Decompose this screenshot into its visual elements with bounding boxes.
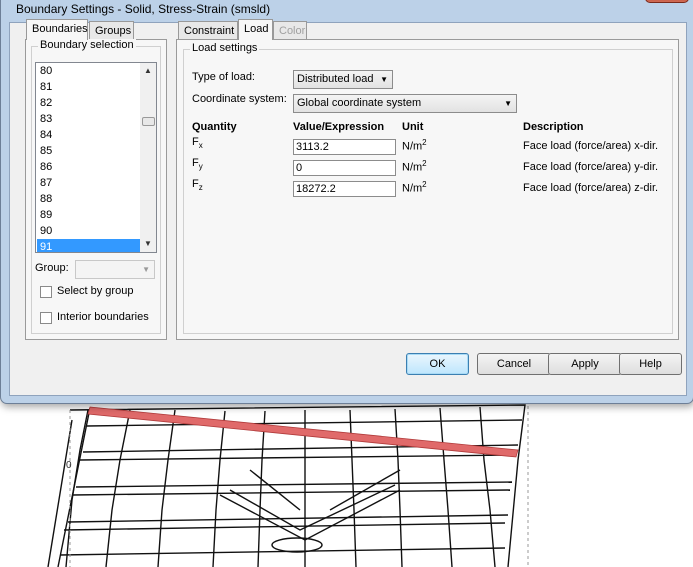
cad-model-view: 0: [39, 390, 529, 567]
list-item[interactable]: 90: [37, 223, 140, 239]
fz-description: Face load (force/area) z-dir.: [523, 182, 659, 194]
coordinate-system-label: Coordinate system:: [192, 93, 287, 105]
type-of-load-value: Distributed load: [297, 73, 374, 85]
list-item[interactable]: 81: [37, 79, 140, 95]
list-item[interactable]: 84: [37, 127, 140, 143]
coordinate-system-select[interactable]: Global coordinate system ▼: [293, 94, 517, 113]
list-item[interactable]: 89: [37, 207, 140, 223]
tab-color-label: Color: [279, 25, 306, 37]
close-button[interactable]: x: [645, 0, 689, 3]
tab-color: Color: [273, 21, 307, 40]
title-bar: Boundary Settings - Solid, Stress-Strain…: [1, 1, 693, 21]
chevron-down-icon: ▼: [142, 265, 150, 274]
chevron-down-icon: ▼: [504, 99, 512, 108]
tab-groups-label: Groups: [95, 25, 132, 37]
fx-description: Face load (force/area) x-dir.: [523, 140, 659, 152]
boundary-selection-label: Boundary selection: [38, 39, 136, 51]
select-by-group-label: Select by group: [57, 285, 134, 297]
header-description: Description: [523, 121, 584, 133]
scroll-up-icon[interactable]: ▲: [143, 66, 153, 76]
list-item[interactable]: 88: [37, 191, 140, 207]
header-quantity: Quantity: [192, 121, 237, 133]
fy-description: Face load (force/area) y-dir.: [523, 161, 659, 173]
boundary-settings-dialog: Boundary Settings - Solid, Stress-Strain…: [0, 0, 693, 404]
list-item[interactable]: 86: [37, 159, 140, 175]
ok-button[interactable]: OK: [406, 353, 469, 375]
list-item-selected[interactable]: 91: [37, 239, 140, 252]
fy-value-input[interactable]: 0: [293, 160, 396, 176]
cancel-button[interactable]: Cancel: [477, 353, 551, 375]
list-item[interactable]: 83: [37, 111, 140, 127]
quantity-fx: Fx: [192, 136, 203, 151]
header-unit: Unit: [402, 121, 424, 133]
tab-boundaries-label: Boundaries: [32, 23, 88, 35]
header-value: Value/Expression: [293, 121, 385, 133]
coordinate-system-value: Global coordinate system: [297, 97, 422, 109]
group-select[interactable]: ▼: [75, 260, 155, 279]
fx-unit: N/m2: [402, 138, 427, 153]
axis-label: 0: [66, 460, 72, 471]
list-scrollbar[interactable]: ▲ ▼: [140, 63, 156, 252]
chevron-down-icon: ▼: [380, 75, 388, 84]
tab-load-label: Load: [244, 23, 269, 35]
window-title: Boundary Settings - Solid, Stress-Strain…: [16, 2, 271, 16]
quantity-fz: Fz: [192, 178, 203, 193]
scroll-thumb[interactable]: [142, 117, 155, 126]
dialog-client-area: Boundaries Groups Boundary selection 80 …: [9, 19, 687, 396]
quantity-fy: Fy: [192, 157, 203, 172]
list-item[interactable]: 85: [37, 143, 140, 159]
tab-constraint-label: Constraint: [184, 25, 235, 37]
tab-boundaries[interactable]: Boundaries: [26, 19, 88, 40]
interior-boundaries-checkbox[interactable]: [40, 312, 52, 324]
fz-value-input[interactable]: 18272.2: [293, 181, 396, 197]
load-settings-legend: Load settings: [190, 42, 260, 54]
tab-load[interactable]: Load: [238, 19, 273, 40]
scroll-down-icon[interactable]: ▼: [143, 239, 153, 249]
apply-button[interactable]: Apply: [548, 353, 622, 375]
fz-unit: N/m2: [402, 180, 427, 195]
list-item[interactable]: 80: [37, 63, 140, 79]
type-of-load-label: Type of load:: [192, 71, 255, 83]
interior-boundaries-label: Interior boundaries: [57, 311, 149, 323]
list-item[interactable]: 87: [37, 175, 140, 191]
boundary-list[interactable]: 80 81 82 83 84 85 86 87 88 89 90 91 ▲ ▼: [35, 62, 157, 253]
load-panel: Load settings Type of load: Distributed …: [176, 39, 679, 340]
list-item[interactable]: 82: [37, 95, 140, 111]
fx-value-input[interactable]: 3113.2: [293, 139, 396, 155]
tab-constraint[interactable]: Constraint: [178, 21, 238, 40]
group-label: Group:: [35, 262, 69, 274]
fy-unit: N/m2: [402, 159, 427, 174]
select-by-group-checkbox[interactable]: [40, 286, 52, 298]
boundaries-panel: Boundary selection 80 81 82 83 84 85 86 …: [25, 39, 167, 340]
help-button[interactable]: Help: [619, 353, 682, 375]
tab-groups[interactable]: Groups: [89, 21, 134, 40]
type-of-load-select[interactable]: Distributed load ▼: [293, 70, 393, 89]
highlighted-boundary: [87, 406, 519, 458]
